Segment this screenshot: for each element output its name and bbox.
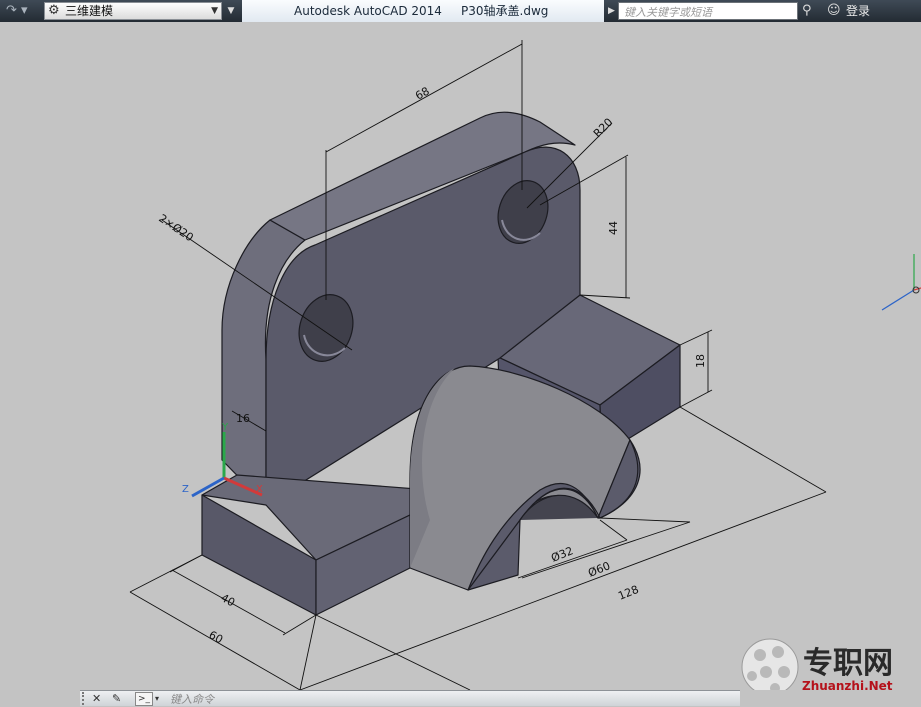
app-title: Autodesk AutoCAD 2014 <box>294 4 442 18</box>
dim-d60: Ø60 <box>586 559 612 580</box>
dim-128: 128 <box>616 583 640 603</box>
watermark-logo: 专职网 Zhuanzhi.Net <box>741 638 893 690</box>
ucs-y-label: Y <box>221 422 229 433</box>
gear-icon: ⚙ <box>48 3 60 18</box>
navigation-axis-icon[interactable] <box>881 254 921 311</box>
workspace-dropdown[interactable]: ⚙ 三维建模 ▼ <box>44 2 222 20</box>
title-bar: ↷ ▾ ⚙ 三维建模 ▼ ▼ Autodesk AutoCAD 2014 P30… <box>0 0 921 22</box>
watermark-en: Zhuanzhi.Net <box>802 679 893 690</box>
expand-arrow-icon[interactable]: ▶ <box>608 2 618 20</box>
search-box[interactable] <box>618 2 798 20</box>
login-button[interactable]: 登录 <box>846 0 870 22</box>
chevron-down-icon: ▼ <box>211 6 218 16</box>
workspace-label: 三维建模 <box>65 4 114 18</box>
window-title: Autodesk AutoCAD 2014 P30轴承盖.dwg <box>242 0 604 22</box>
dim-44: 44 <box>607 221 620 235</box>
user-icon[interactable]: ☺ <box>827 2 841 20</box>
dim-18: 18 <box>694 354 707 368</box>
binoculars-icon[interactable]: ⚲ <box>802 2 812 20</box>
command-line: ✕ ✎ >_ ▾ <box>80 690 740 707</box>
dim-68: 68 <box>413 84 432 102</box>
3d-model-view: 68 R20 2×Ø20 44 16 18 Ø32 Ø60 128 40 60 … <box>129 40 921 690</box>
wrench-icon[interactable]: ✎ <box>112 691 121 706</box>
dim-60: 60 <box>207 628 226 646</box>
close-icon[interactable]: ✕ <box>92 691 101 706</box>
search-input[interactable] <box>622 4 796 20</box>
dim-r20: R20 <box>591 116 615 140</box>
dim-2xd20: 2×Ø20 <box>156 212 195 245</box>
drag-grip-icon[interactable] <box>82 692 88 705</box>
dim-40: 40 <box>219 591 238 609</box>
quick-access-menu-button[interactable]: ▼ <box>225 2 237 20</box>
command-prompt-icon[interactable]: >_ <box>135 692 153 706</box>
solid-model <box>201 111 681 616</box>
ucs-x-label: X <box>256 484 263 495</box>
chevron-down-icon[interactable]: ▾ <box>155 691 159 706</box>
watermark-cn: 专职网 <box>803 646 893 681</box>
dim-16: 16 <box>236 412 250 425</box>
drawing-viewport[interactable]: 68 R20 2×Ø20 44 16 18 Ø32 Ø60 128 40 60 … <box>0 22 921 690</box>
command-input[interactable] <box>168 691 732 707</box>
ucs-z-label: Z <box>182 484 189 495</box>
document-title: P30轴承盖.dwg <box>461 4 549 18</box>
redo-icon[interactable]: ↷ ▾ <box>6 2 36 20</box>
